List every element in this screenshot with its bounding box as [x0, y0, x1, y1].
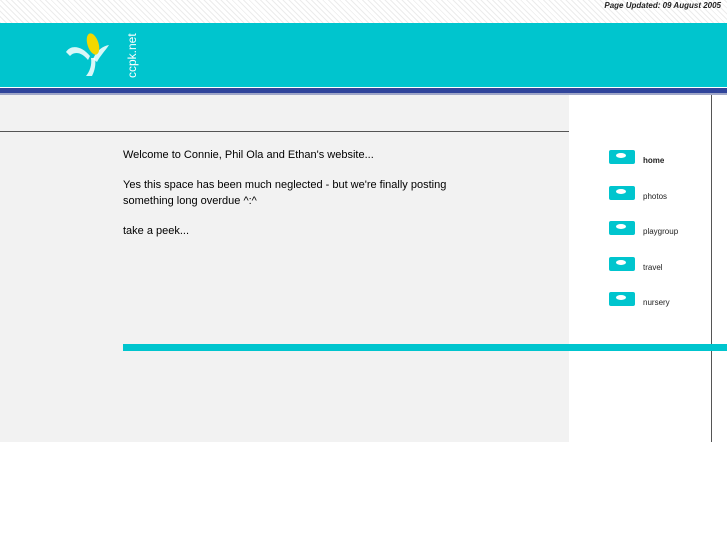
bullet-icon	[609, 150, 635, 164]
nav-label-photos: photos	[643, 191, 668, 201]
page: Page Updated: 09 August 2005 ccpk.net We…	[0, 0, 727, 545]
welcome-paragraph: Welcome to Connie, Phil Ola and Ethan's …	[123, 149, 374, 161]
logo-text: ccpk.net	[125, 33, 139, 78]
nav-label-nursery: nursery	[643, 298, 670, 307]
bullet-icon	[609, 292, 635, 306]
bullet-icon	[609, 256, 635, 271]
page-updated-text: Page Updated: 09 August 2005	[604, 1, 721, 10]
nav-right-border	[711, 95, 712, 442]
bullet-icon	[609, 185, 635, 200]
nav-label-home: home	[643, 156, 665, 165]
header-banner: ccpk.net	[0, 23, 727, 87]
update-paragraph: Yes this space has been much neglected -…	[123, 179, 447, 207]
content-bottom-rule	[123, 344, 727, 351]
logo-icon	[66, 33, 109, 76]
nav-label-playgroup: playgroup	[643, 227, 679, 236]
top-strip: Page Updated: 09 August 2005	[0, 0, 727, 23]
welcome-text: Welcome to Connie, Phil Ola and Ethan's …	[123, 147, 463, 253]
peek-paragraph: take a peek...	[123, 225, 190, 237]
nav-label-travel: travel	[643, 262, 663, 272]
content-top-rule	[0, 131, 569, 132]
bullet-icon	[609, 221, 635, 235]
